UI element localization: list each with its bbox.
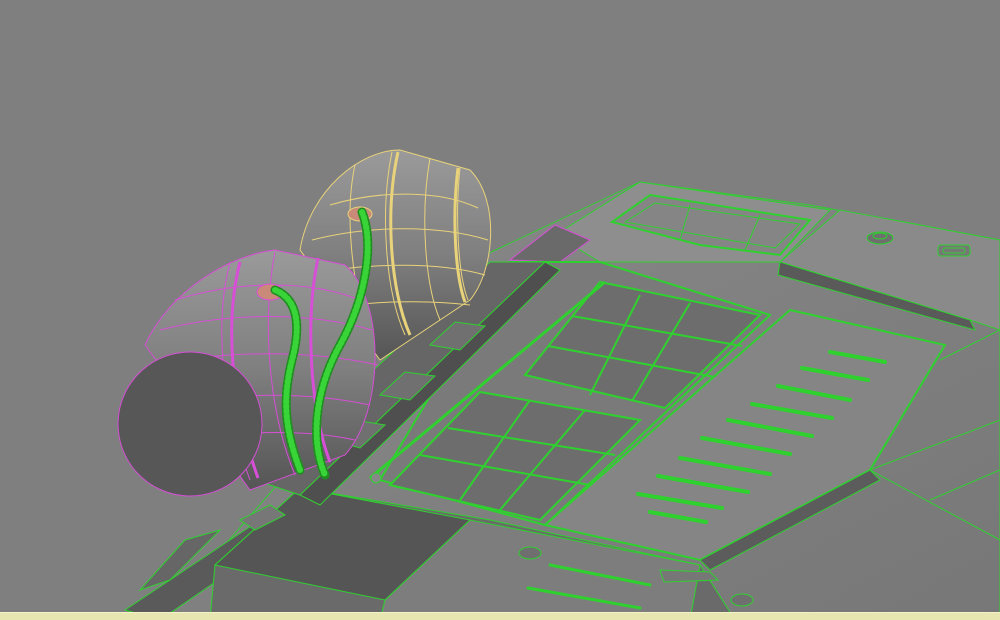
viewport-3d[interactable] bbox=[0, 0, 1000, 620]
viewport-active-border bbox=[0, 612, 1000, 620]
scene-render[interactable] bbox=[0, 0, 1000, 620]
